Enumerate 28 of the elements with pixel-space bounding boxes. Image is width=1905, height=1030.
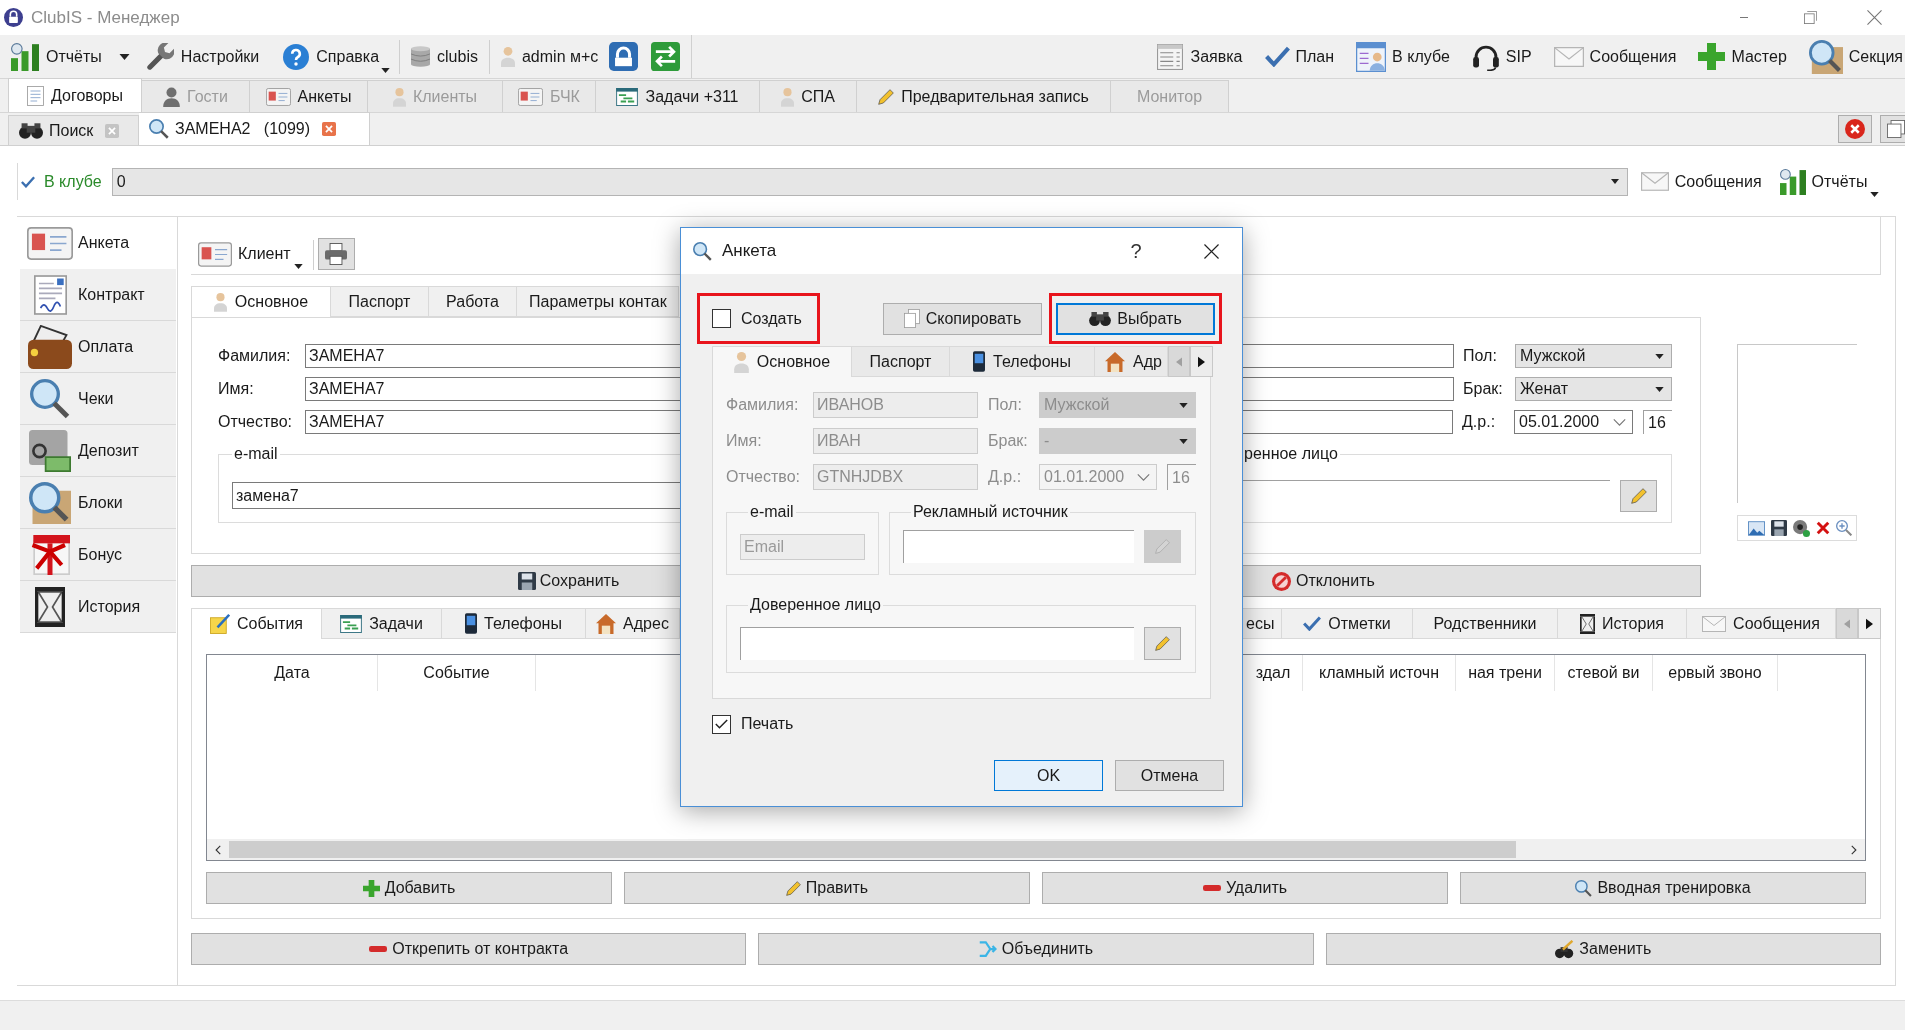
column-header: кламный источн [1303,655,1456,691]
field-label: Имя: [218,379,255,399]
filter-label: В клубе [44,171,102,192]
dialog-title: Анкета [722,240,777,263]
field-label: Пол: [988,395,1023,415]
column-header: ервый звоно [1653,655,1778,691]
age-field: 16 [1167,464,1196,490]
field-label: Пол: [1463,346,1498,366]
column-header: Дата [207,655,378,691]
field-label: Имя: [726,431,763,451]
group-title: e-mail [233,444,279,464]
field-label: Брак: [988,431,1029,451]
field-label: Брак: [1463,379,1504,399]
checkbox-label: Создать [741,308,802,329]
column-header: стевой ви [1555,655,1653,691]
window-title: ClubIS - Менеджер [31,6,180,29]
field-label: Д.р.: [1462,412,1497,432]
age-field: 16 [1643,410,1672,434]
group-title: ренное лицо [1243,444,1339,464]
field-label: Фамилия: [218,346,292,366]
field-label: Д.р.: [988,467,1023,487]
checkbox-label: Печать [741,714,794,734]
field-label: Фамилия: [726,395,800,415]
group-title: Доверенное лицо [749,595,882,615]
column-header: ная трени [1456,655,1555,691]
field-label: Отчество: [218,412,293,432]
column-header: здал [1244,655,1303,691]
column-header: Событие [378,655,536,691]
